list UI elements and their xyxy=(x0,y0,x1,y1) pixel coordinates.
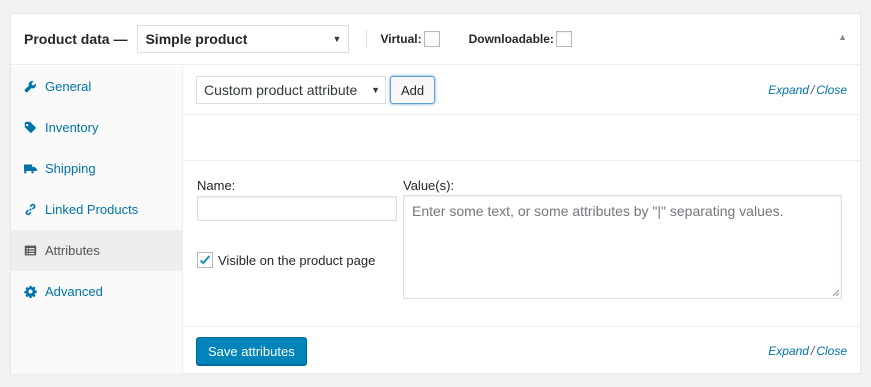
tab-label: Inventory xyxy=(45,120,99,135)
attributes-footer: Save attributes Expand / Close xyxy=(184,327,860,375)
attribute-name-input[interactable] xyxy=(197,196,397,221)
tab-linked-products[interactable]: Linked Products xyxy=(11,189,182,230)
tab-general[interactable]: General xyxy=(11,66,182,107)
save-attributes-button[interactable]: Save attributes xyxy=(196,337,307,365)
tab-label: Linked Products xyxy=(45,202,139,217)
name-label: Name: xyxy=(197,178,236,193)
tab-label: Advanced xyxy=(45,284,103,299)
truck-icon xyxy=(23,162,37,176)
downloadable-label: Downloadable: xyxy=(468,32,554,46)
product-data-tabs: General Inventory Shipping Linked Produc… xyxy=(11,66,183,374)
expand-close-links: Expand / Close xyxy=(768,83,847,97)
attributes-toolbar: Custom product attribute ▼ Add Expand / Cl… xyxy=(184,66,860,115)
tab-advanced[interactable]: Advanced xyxy=(11,271,182,312)
virtual-label: Virtual: xyxy=(380,32,422,46)
tab-attributes[interactable]: Attributes xyxy=(11,230,182,271)
separator: / xyxy=(810,83,815,97)
expand-close-links: Expand / Close xyxy=(768,344,847,358)
tab-shipping[interactable]: Shipping xyxy=(11,148,182,189)
virtual-checkbox[interactable] xyxy=(423,31,440,47)
values-placeholder: Enter some text, or some attributes by "… xyxy=(412,203,784,219)
tab-inventory[interactable]: Inventory xyxy=(11,107,182,148)
checkmark-icon xyxy=(199,255,211,265)
visible-checkbox[interactable] xyxy=(197,252,213,268)
expand-link[interactable]: Expand xyxy=(768,83,809,97)
close-link[interactable]: Close xyxy=(816,344,847,358)
wrench-icon xyxy=(23,80,37,94)
attributes-panel: Custom product attribute ▼ Add Expand / Cl… xyxy=(184,66,860,374)
product-data-panel: Product data — Simple product ▼ Virtual:… xyxy=(10,13,861,374)
tab-label: General xyxy=(45,79,92,94)
visible-label: Visible on the product page xyxy=(218,252,376,268)
panel-title: Product data — xyxy=(24,31,128,47)
downloadable-checkbox[interactable] xyxy=(555,31,572,47)
expand-link[interactable]: Expand xyxy=(768,344,809,358)
visible-option: Visible on the product page xyxy=(197,252,375,268)
attribute-header-row xyxy=(184,115,860,161)
close-link[interactable]: Close xyxy=(816,83,847,97)
attribute-taxonomy-value: Custom product attribute xyxy=(204,82,358,98)
tag-icon xyxy=(23,121,37,135)
attribute-values-textarea[interactable]: Enter some text, or some attributes by "… xyxy=(403,195,842,299)
downloadable-option: Downloadable: xyxy=(469,31,572,47)
attribute-row: Name: Value(s): Visible on the product p… xyxy=(184,161,860,327)
add-attribute-button[interactable]: Add xyxy=(390,76,436,104)
separator: / xyxy=(810,344,815,358)
values-label: Value(s): xyxy=(403,178,455,193)
gear-icon xyxy=(23,285,37,299)
chevron-down-icon: ▼ xyxy=(371,85,380,95)
attribute-taxonomy-select[interactable]: Custom product attribute ▼ xyxy=(196,76,386,104)
divider xyxy=(366,30,368,48)
chevron-down-icon: ▼ xyxy=(332,34,342,44)
panel-body: General Inventory Shipping Linked Produc… xyxy=(11,66,860,374)
panel-header: Product data — Simple product ▼ Virtual:… xyxy=(11,14,860,65)
resize-grip-icon[interactable] xyxy=(831,288,839,296)
link-icon xyxy=(23,203,37,217)
collapse-arrow-icon[interactable]: ▲ xyxy=(838,32,847,42)
tab-label: Attributes xyxy=(45,243,100,258)
product-type-select[interactable]: Simple product ▼ xyxy=(137,25,350,53)
product-type-value: Simple product xyxy=(145,31,248,47)
tab-label: Shipping xyxy=(45,161,96,176)
virtual-option: Virtual: xyxy=(380,31,440,47)
list-icon xyxy=(23,244,37,258)
